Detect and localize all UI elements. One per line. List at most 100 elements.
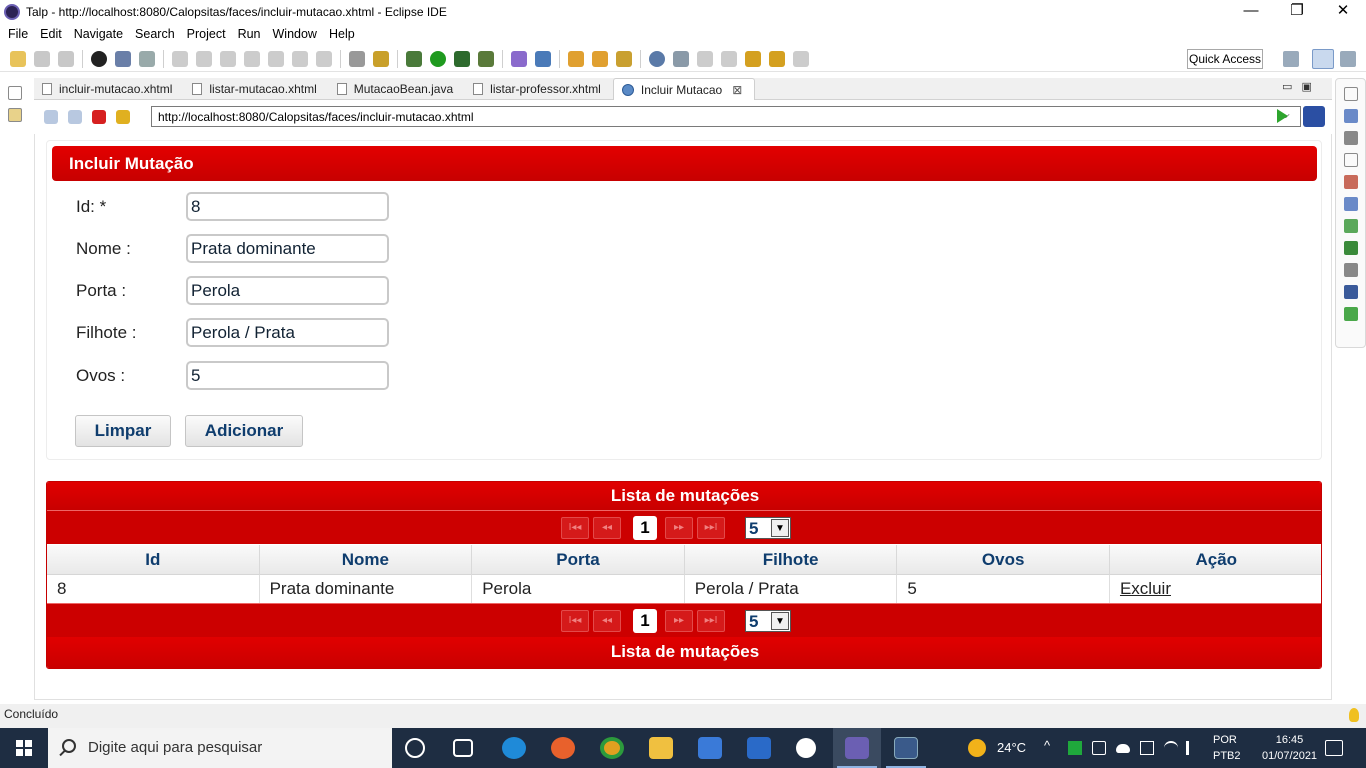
menu-run[interactable]: Run xyxy=(232,27,267,41)
camera-icon[interactable] xyxy=(1092,741,1106,755)
next-page-button[interactable]: ▸▸ xyxy=(665,517,693,539)
external-tools-icon[interactable] xyxy=(478,50,494,67)
open-resource-icon[interactable] xyxy=(592,50,608,67)
restore-bottom-icon[interactable] xyxy=(1343,153,1358,167)
limpar-button[interactable]: Limpar xyxy=(75,415,171,447)
save-all-icon[interactable] xyxy=(58,50,74,67)
resume-icon[interactable] xyxy=(172,50,188,67)
id-input[interactable] xyxy=(186,192,389,221)
close-window-button[interactable]: ✕ xyxy=(1320,0,1366,24)
tab-incluir-mutacao-browser[interactable]: Incluir Mutacao ⊠ xyxy=(612,78,756,100)
last-page-button[interactable]: ▸▸I xyxy=(697,517,725,539)
editor-minimize-maximize[interactable]: ▭ ▣ xyxy=(1282,80,1312,93)
edge-icon[interactable] xyxy=(502,737,526,759)
weather-temperature[interactable]: 24°C xyxy=(997,740,1026,755)
tab-incluir-mutacao-xhtml[interactable]: incluir-mutacao.xhtml xyxy=(34,78,184,100)
first-page-button[interactable]: I◂◂ xyxy=(561,610,589,632)
excluir-link[interactable]: Excluir xyxy=(1120,579,1171,598)
save-icon[interactable] xyxy=(34,50,50,67)
store-icon[interactable] xyxy=(698,737,722,759)
skip-breakpoints-icon[interactable] xyxy=(139,50,155,67)
current-page[interactable]: 1 xyxy=(633,609,657,633)
rows-per-page-select[interactable]: 5 ▼ xyxy=(745,517,791,539)
data-source-icon[interactable] xyxy=(1343,241,1358,255)
input-language[interactable]: POR PTB2 xyxy=(1213,732,1241,764)
mysql-workbench-icon[interactable] xyxy=(894,737,918,759)
open-in-browser-icon[interactable] xyxy=(1303,106,1325,127)
suspend-icon[interactable] xyxy=(196,50,212,67)
junit-icon[interactable] xyxy=(1343,307,1358,321)
tab-listar-mutacao-xhtml[interactable]: listar-mutacao.xhtml xyxy=(184,78,328,100)
toggle-mark-icon[interactable] xyxy=(673,50,689,67)
outline-icon[interactable] xyxy=(1343,109,1358,123)
menu-edit[interactable]: Edit xyxy=(34,27,68,41)
java-perspective-icon[interactable] xyxy=(1340,51,1356,67)
search-tool-icon[interactable] xyxy=(616,50,632,67)
menu-search[interactable]: Search xyxy=(129,27,181,41)
refactor-icon[interactable] xyxy=(373,50,389,67)
weather-sun-icon[interactable] xyxy=(968,739,986,757)
debug-icon[interactable] xyxy=(406,50,422,67)
step-return-icon[interactable] xyxy=(316,50,332,67)
column-header-id[interactable]: Id xyxy=(47,545,260,575)
servers-icon[interactable] xyxy=(1343,219,1358,233)
volume-icon[interactable] xyxy=(1186,741,1200,755)
notifications-icon[interactable] xyxy=(1325,740,1343,756)
new-icon[interactable] xyxy=(10,50,26,67)
restore-right-icon[interactable] xyxy=(1343,87,1358,101)
nome-input[interactable] xyxy=(186,234,389,263)
url-input[interactable] xyxy=(151,106,1301,127)
markers-icon[interactable] xyxy=(1343,175,1358,189)
menu-help[interactable]: Help xyxy=(323,27,361,41)
menu-navigate[interactable]: Navigate xyxy=(68,27,129,41)
forward-icon[interactable] xyxy=(793,50,809,67)
tray-app-icon[interactable] xyxy=(1068,741,1082,755)
column-header-ovos[interactable]: Ovos xyxy=(897,545,1110,575)
new-java-class-icon[interactable] xyxy=(535,50,551,67)
battery-icon[interactable] xyxy=(1140,741,1154,755)
quick-access-input[interactable]: Quick Access xyxy=(1187,49,1263,69)
menu-project[interactable]: Project xyxy=(181,27,232,41)
open-perspective-icon[interactable] xyxy=(1283,51,1299,67)
clock[interactable]: 16:45 01/07/2021 xyxy=(1262,732,1317,764)
column-header-porta[interactable]: Porta xyxy=(472,545,685,575)
file-explorer-icon[interactable] xyxy=(649,737,673,759)
last-edit-icon[interactable] xyxy=(745,50,761,67)
snippets-icon[interactable] xyxy=(1343,263,1358,277)
step-over-icon[interactable] xyxy=(292,50,308,67)
run-icon[interactable] xyxy=(430,50,446,67)
restore-button[interactable]: ❐ xyxy=(1274,0,1320,24)
tab-listar-professor-xhtml[interactable]: listar-professor.xhtml xyxy=(465,78,613,100)
minimize-button[interactable]: — xyxy=(1228,0,1274,24)
cortana-icon[interactable] xyxy=(405,738,425,758)
filhote-input[interactable] xyxy=(186,318,389,347)
ovos-input[interactable] xyxy=(186,361,389,390)
browser-forward-icon[interactable] xyxy=(68,110,82,124)
restore-view-icon[interactable] xyxy=(8,86,22,100)
settings-icon[interactable] xyxy=(796,738,816,758)
mail-icon[interactable] xyxy=(747,737,771,759)
start-button[interactable] xyxy=(0,728,48,768)
web-browser-icon[interactable] xyxy=(649,50,665,67)
adicionar-button[interactable]: Adicionar xyxy=(185,415,303,447)
chevron-up-icon[interactable]: ^ xyxy=(1044,738,1058,753)
eclipse-icon[interactable] xyxy=(845,737,869,759)
browser-stop-icon[interactable] xyxy=(92,110,106,124)
go-icon[interactable] xyxy=(1277,109,1288,123)
close-tab-icon[interactable]: ⊠ xyxy=(732,83,742,97)
terminal-icon[interactable] xyxy=(115,50,131,67)
task-view-icon[interactable] xyxy=(453,739,473,757)
console-icon[interactable] xyxy=(1343,285,1358,299)
project-explorer-icon[interactable] xyxy=(8,108,22,122)
terminate-icon[interactable] xyxy=(220,50,236,67)
open-type-icon[interactable] xyxy=(568,50,584,67)
task-list-icon[interactable] xyxy=(1343,131,1358,145)
porta-input[interactable] xyxy=(186,276,389,305)
current-page[interactable]: 1 xyxy=(633,516,657,540)
next-annotation-icon[interactable] xyxy=(697,50,713,67)
previous-annotation-icon[interactable] xyxy=(721,50,737,67)
first-page-button[interactable]: I◂◂ xyxy=(561,517,589,539)
coverage-icon[interactable] xyxy=(454,50,470,67)
step-into-icon[interactable] xyxy=(268,50,284,67)
wifi-icon[interactable] xyxy=(1164,741,1178,755)
